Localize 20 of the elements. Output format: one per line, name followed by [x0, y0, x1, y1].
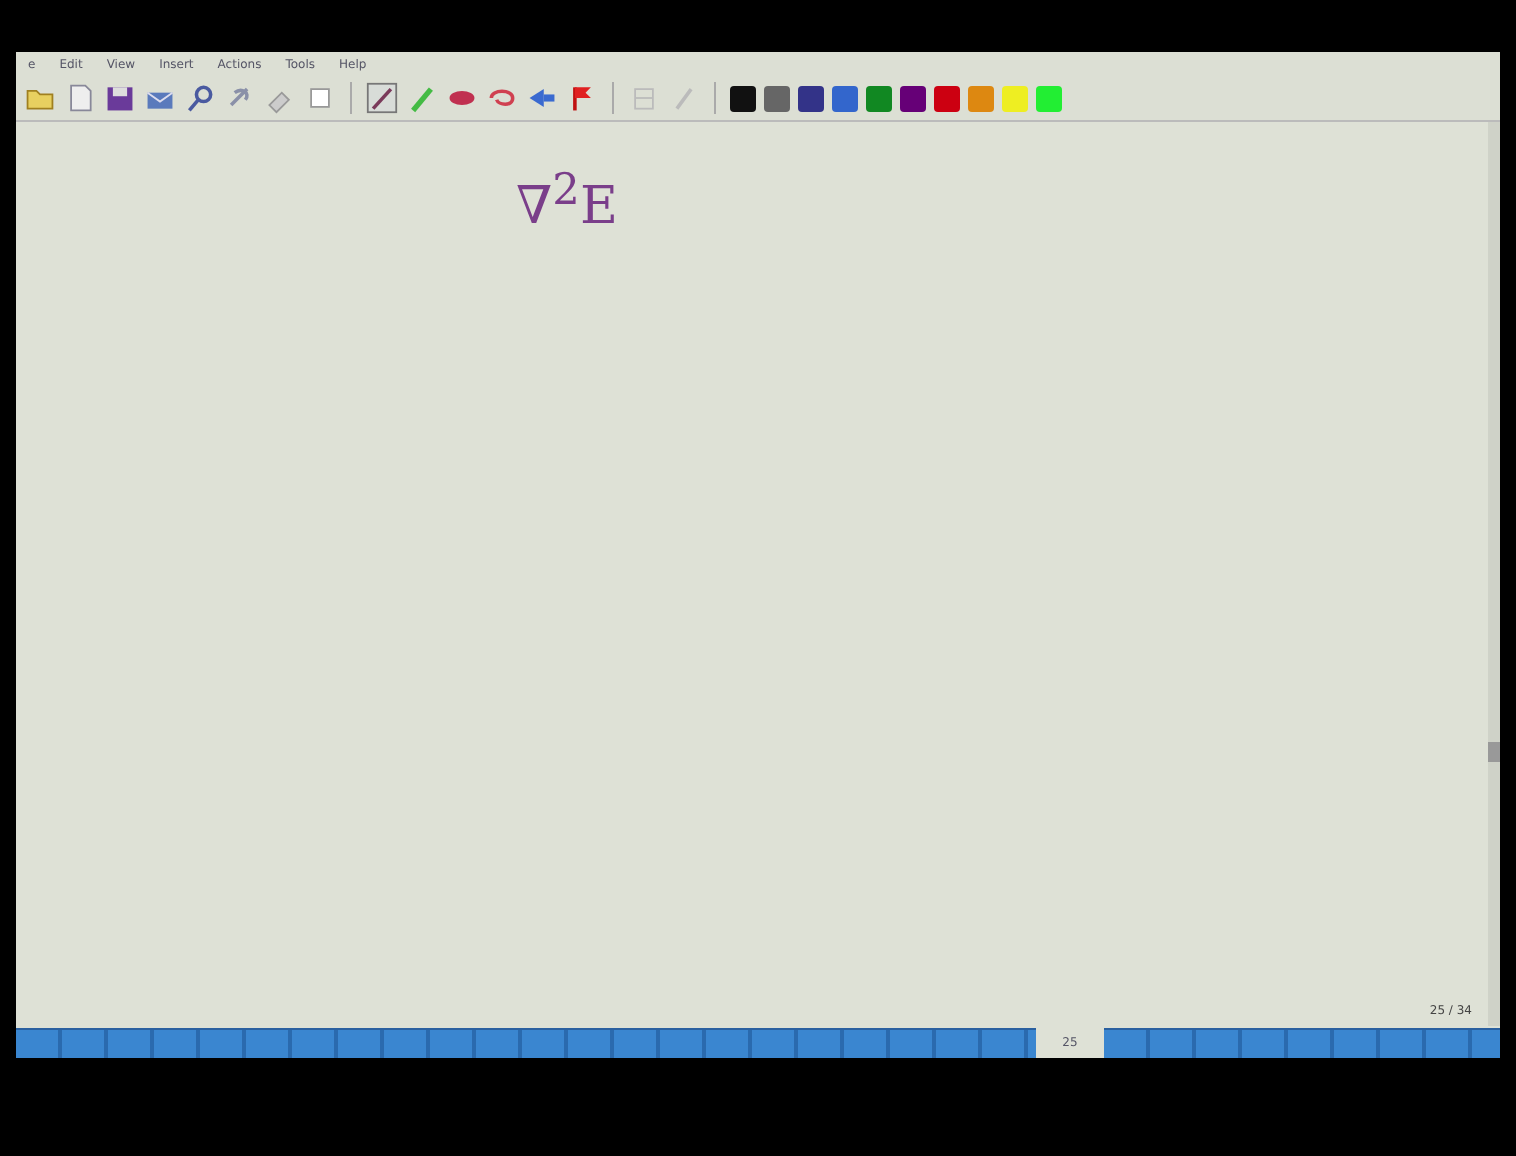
page-icon[interactable]: [64, 82, 96, 114]
color-swatch[interactable]: [832, 85, 858, 111]
color-swatch[interactable]: [764, 85, 790, 111]
color-swatch[interactable]: [1002, 85, 1028, 111]
pen-icon[interactable]: [366, 82, 398, 114]
page-strip[interactable]: [16, 1027, 1036, 1057]
scrollbar[interactable]: [1488, 122, 1500, 1026]
square-icon[interactable]: [304, 82, 336, 114]
color-swatch[interactable]: [968, 85, 994, 111]
color-swatch[interactable]: [730, 85, 756, 111]
color-swatch[interactable]: [934, 85, 960, 111]
save-icon[interactable]: [104, 82, 136, 114]
search-icon[interactable]: [184, 82, 216, 114]
color-swatch[interactable]: [1036, 85, 1062, 111]
page-strip[interactable]: [1104, 1027, 1500, 1057]
handwritten-formula: ∇$^{2}$E: [516, 166, 620, 234]
color-swatch[interactable]: [798, 85, 824, 111]
color-swatch[interactable]: [900, 85, 926, 111]
color-swatch[interactable]: [866, 85, 892, 111]
scroll-thumb[interactable]: [1488, 742, 1500, 762]
